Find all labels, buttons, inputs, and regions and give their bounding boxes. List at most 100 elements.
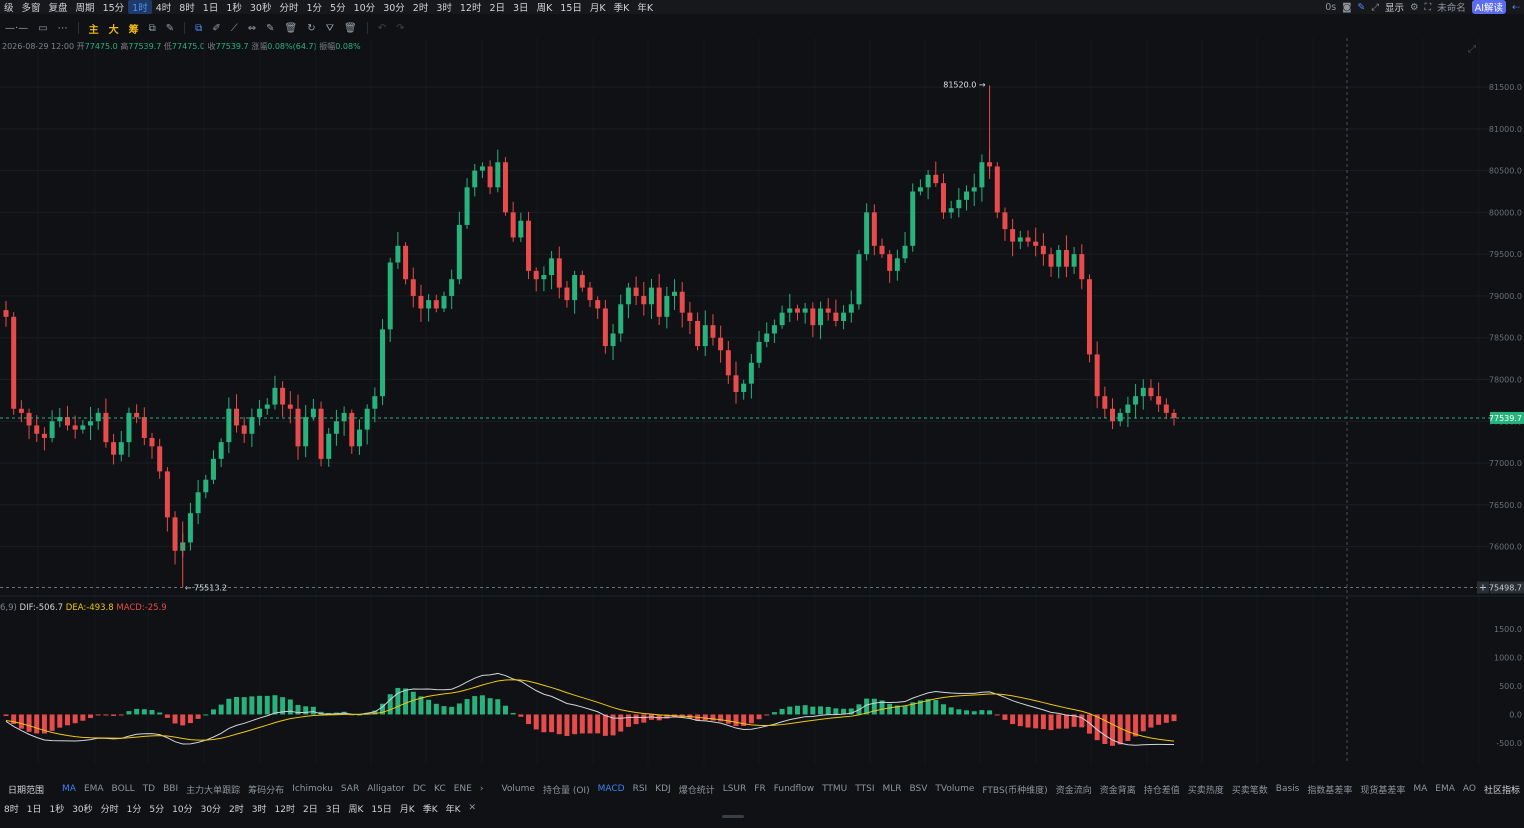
expand-icon[interactable]: ⤢ (1371, 2, 1379, 13)
pen-icon[interactable]: ✎ (166, 23, 174, 34)
filter-icon[interactable]: ⛛ (326, 23, 334, 34)
collapse-icon[interactable]: ⇠ (1512, 2, 1520, 13)
topbar-item[interactable]: 复盘 (45, 0, 72, 14)
topbar-item[interactable]: 3日 (509, 0, 533, 14)
line-tool-icon[interactable]: —·— (5, 23, 28, 34)
period-item[interactable]: 30秒 (72, 802, 92, 815)
sub-indicator-item[interactable]: MA (1413, 784, 1427, 794)
topbar-item[interactable]: 级 (0, 0, 18, 14)
sub-indicator-item[interactable]: BSV (910, 784, 928, 794)
main-indicator-item[interactable]: SAR (341, 784, 359, 794)
topbar-item[interactable]: 15日 (556, 0, 586, 14)
sub-indicator-item[interactable]: MLR (882, 784, 901, 794)
topbar-item[interactable]: 3时 (432, 0, 456, 14)
brush-icon[interactable]: ✐ (212, 23, 220, 34)
topbar-item[interactable]: 12时 (456, 0, 486, 14)
sub-indicator-item[interactable]: Fundflow (774, 784, 814, 794)
topbar-item[interactable]: 10分 (350, 0, 380, 14)
topbar-item[interactable]: 1秒 (222, 0, 246, 14)
copy-icon[interactable]: ⧉ (195, 23, 202, 34)
refresh-icon[interactable]: ↻ (307, 23, 315, 34)
topbar-item[interactable]: 多窗 (18, 0, 45, 14)
topbar-item[interactable]: 月K (586, 0, 610, 14)
period-item[interactable]: 10分 (172, 802, 192, 815)
sub-indicator-item[interactable]: KDJ (655, 784, 671, 794)
big-order-toggle[interactable]: 大 (109, 21, 119, 36)
main-indicator-item[interactable]: MA (62, 784, 76, 794)
topbar-item[interactable]: 周期 (72, 0, 99, 14)
period-item[interactable]: 2日 (303, 802, 318, 815)
edit-icon[interactable]: ✎ (266, 23, 274, 34)
period-item[interactable]: 1日 (27, 802, 42, 815)
period-item[interactable]: 15日 (371, 802, 391, 815)
topbar-item[interactable]: 8时 (175, 0, 199, 14)
sub-indicator-item[interactable]: 资金背离 (1100, 783, 1136, 796)
main-indicator-item[interactable]: BOLL (112, 784, 135, 794)
chevron-right-icon[interactable]: › (480, 784, 484, 794)
ruler-icon[interactable]: ⟋ (231, 23, 238, 34)
period-item[interactable]: 30分 (201, 802, 221, 815)
main-indicator-item[interactable]: 筹码分布 (248, 783, 284, 796)
topbar-item[interactable]: 30秒 (246, 0, 276, 14)
topbar-item[interactable]: 2时 (409, 0, 433, 14)
sub-indicator-item[interactable]: FR (754, 784, 765, 794)
period-item[interactable]: 年K (446, 802, 461, 815)
camera-icon[interactable]: ◙ (1342, 2, 1351, 13)
period-item[interactable]: 周K (348, 802, 363, 815)
sub-indicator-item[interactable]: 指数基差率 (1307, 783, 1352, 796)
indicator-bar-right-item[interactable]: 社区指标 (1484, 783, 1520, 796)
period-item[interactable]: 5分 (149, 802, 164, 815)
main-indicator-item[interactable]: Ichimoku (292, 784, 333, 794)
snapshot-icon[interactable]: ⧉ (149, 23, 156, 34)
period-item[interactable]: 1秒 (49, 802, 64, 815)
topbar-item[interactable]: 15分 (99, 0, 129, 14)
sub-indicator-item[interactable]: 买卖热度 (1188, 783, 1224, 796)
settings-icon[interactable]: ⚙ (1410, 2, 1419, 13)
topbar-item[interactable]: 1分 (303, 0, 327, 14)
sub-indicator-item[interactable]: TTMU (822, 784, 847, 794)
main-indicator-item[interactable]: BBI (163, 784, 178, 794)
cloud-layout-button[interactable]: 未命名 (1437, 0, 1466, 14)
period-item[interactable]: 12时 (275, 802, 295, 815)
topbar-item[interactable]: 5分 (326, 0, 350, 14)
fullscreen-icon[interactable]: ⛶ (1425, 2, 1432, 13)
period-item[interactable]: 8时 (4, 802, 19, 815)
topbar-item[interactable]: 1日 (199, 0, 223, 14)
sub-indicator-item[interactable]: FTBS(币种维度) (982, 783, 1047, 796)
undo-icon[interactable]: ↶ (378, 23, 386, 34)
sub-indicator-item[interactable]: 现货基差率 (1360, 783, 1405, 796)
resize-handle[interactable] (722, 815, 744, 818)
chip-toggle[interactable]: 筹 (129, 21, 139, 36)
sub-indicator-item[interactable]: RSI (633, 784, 648, 794)
ai-analysis-button[interactable]: AI解读 (1471, 0, 1507, 14)
topbar-item[interactable]: 分时 (275, 0, 302, 14)
redo-icon[interactable]: ↷ (396, 23, 404, 34)
sub-indicator-item[interactable]: AO (1463, 784, 1476, 794)
display-button[interactable]: 显示 (1385, 0, 1404, 14)
topbar-item[interactable]: 年K (633, 0, 657, 14)
sub-indicator-item[interactable]: LSUR (723, 784, 747, 794)
main-indicator-item[interactable]: KC (434, 784, 446, 794)
delete-icon[interactable]: 🗑 (344, 23, 357, 34)
period-item[interactable]: 2时 (229, 802, 244, 815)
topbar-item[interactable]: 2日 (485, 0, 509, 14)
close-icon[interactable]: ✕ (469, 803, 477, 813)
more-tool-icon[interactable]: ⋯ (58, 23, 68, 34)
sub-indicator-item[interactable]: Basis (1276, 784, 1300, 794)
main-indicator-item[interactable]: EMA (84, 784, 104, 794)
period-item[interactable]: 分时 (101, 802, 119, 815)
sub-indicator-item[interactable]: 持仓量 (OI) (543, 783, 590, 796)
candlestick-chart[interactable]: 81500.0 81000.0 80500.0 80000.0 79500.0 79000… (0, 38, 1524, 764)
topbar-item[interactable]: 30分 (379, 0, 409, 14)
sub-indicator-item[interactable]: 持仓差值 (1144, 783, 1180, 796)
sub-indicator-item[interactable]: 爆仓统计 (679, 783, 715, 796)
pen-icon[interactable]: ✎ (1357, 2, 1365, 13)
rect-tool-icon[interactable]: ▭ (38, 23, 47, 34)
period-item[interactable]: 1分 (127, 802, 142, 815)
sub-indicator-item[interactable]: 资金流向 (1056, 783, 1092, 796)
main-indicator-item[interactable]: TD (143, 784, 155, 794)
period-item[interactable]: 季K (423, 802, 438, 815)
trash-icon[interactable]: 🗑 (284, 23, 297, 34)
main-indicator-item[interactable]: DC (413, 784, 426, 794)
date-range-button[interactable]: 日期范围 (8, 783, 44, 796)
